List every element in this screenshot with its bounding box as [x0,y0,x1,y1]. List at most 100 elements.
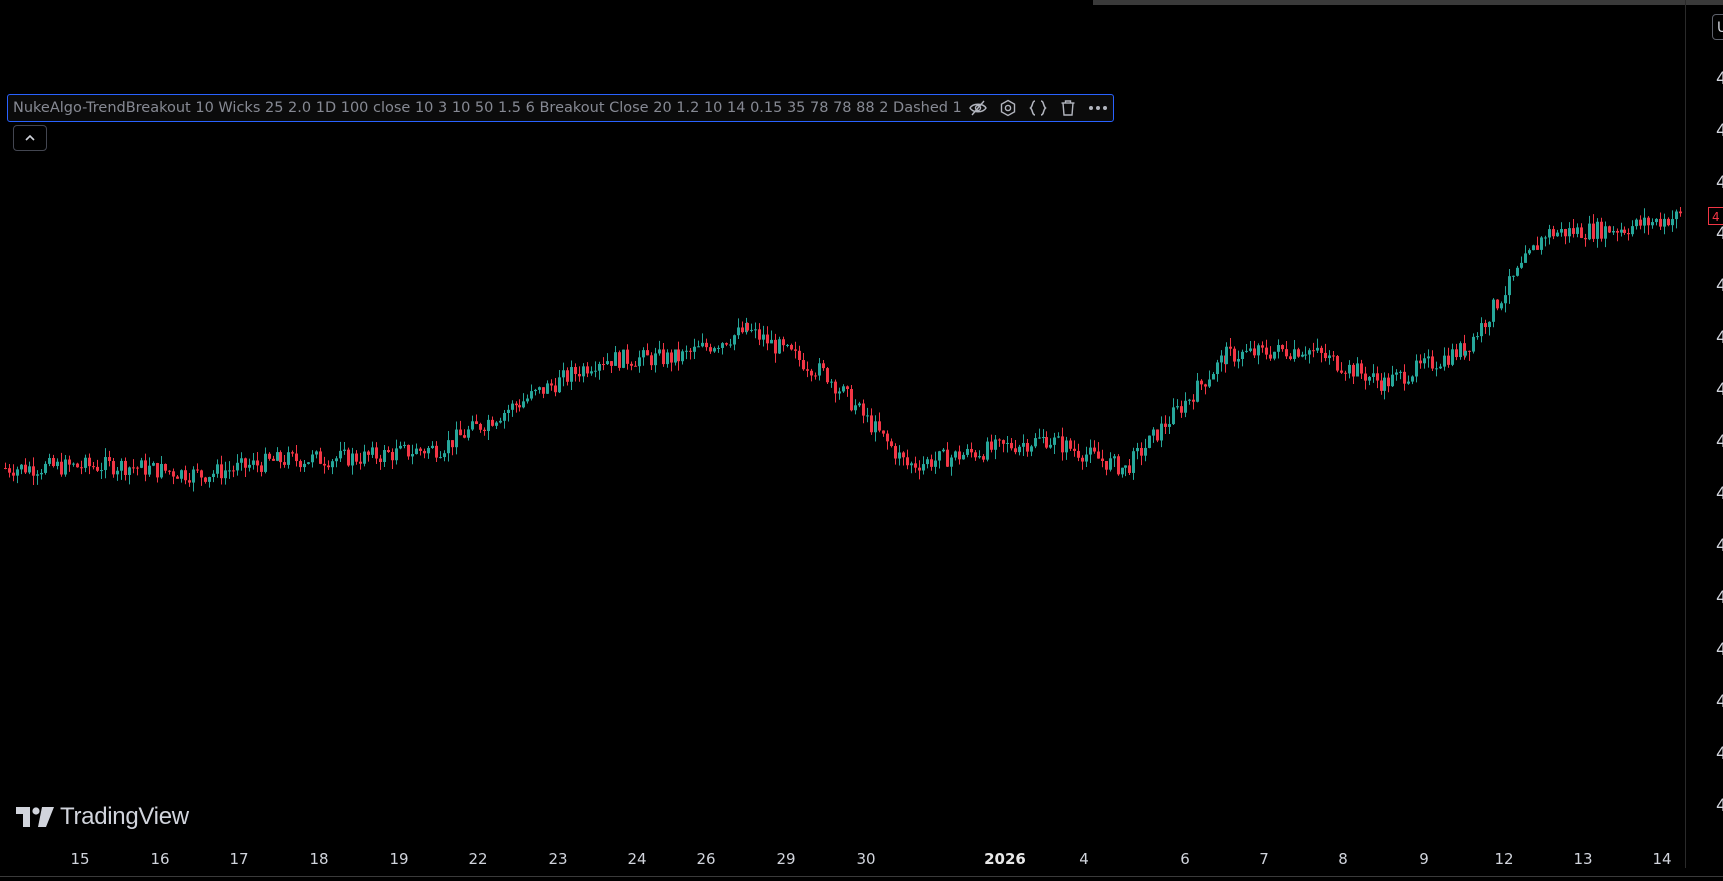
tradingview-logo[interactable]: TradingView [16,800,189,834]
candle [590,366,593,376]
delete-icon[interactable] [1053,96,1083,120]
candle [88,453,91,475]
candle [192,466,195,492]
tradingview-logo-icon [16,807,54,827]
candle [1592,214,1595,243]
candle [1034,433,1037,449]
candle [279,450,282,469]
candle [1655,218,1658,226]
candle [1364,366,1367,390]
time-axis-label: 4 [1079,850,1089,868]
candle [546,380,549,395]
chevron-up-icon [25,134,35,141]
candle [1616,228,1619,242]
candle [806,361,809,378]
candle [1220,350,1223,372]
candle [1293,340,1296,362]
candle [894,443,897,465]
candle [156,462,159,483]
collapse-legend-button[interactable] [13,125,47,151]
candle [32,457,35,485]
indicator-legend[interactable]: NukeAlgo-TrendBreakout 10 Wicks 25 2.0 1… [7,94,1114,122]
candle [1368,375,1371,386]
candle [1237,350,1240,369]
candle [1663,213,1666,235]
candle [252,453,255,470]
candle [164,463,167,474]
candle [1038,428,1041,439]
candle [1643,208,1646,234]
candle [1387,373,1390,393]
candle [942,447,945,453]
candle [1273,351,1276,361]
candle [586,362,589,378]
candle [411,444,414,465]
candle [467,425,470,441]
candle [733,334,736,351]
candle [550,379,553,391]
candle [260,461,263,477]
candle [132,459,135,474]
candle [610,360,613,374]
candle [435,441,438,462]
candle [630,361,633,371]
time-axis-label: 15 [70,850,90,868]
candle [455,421,458,455]
candle [335,456,338,468]
candle [184,465,187,485]
candle [299,459,302,472]
candle [1184,392,1187,418]
candle [1336,355,1339,373]
price-axis-label: 4 [1716,692,1723,712]
candle [419,447,422,456]
candle [44,461,47,475]
settings-icon[interactable] [993,96,1023,120]
price-axis-label: 4 [1716,640,1723,660]
candle [1225,342,1228,365]
hide-icon[interactable] [963,96,993,120]
candle [1045,431,1048,449]
candle [1679,207,1682,217]
axis-unit-button[interactable]: U [1712,14,1723,40]
candle [327,460,330,470]
candle [1419,354,1422,369]
candle [295,444,298,467]
candle [1500,301,1503,311]
more-icon[interactable] [1083,96,1113,120]
candle [762,325,765,347]
candle [666,349,669,368]
candle [1576,223,1579,238]
candle [650,352,653,370]
bottom-scrollbar[interactable] [0,876,1723,877]
candle [1671,210,1674,232]
candle [1344,370,1347,381]
chart-canvas[interactable] [0,0,1723,881]
candle [1564,228,1567,245]
candle [914,456,917,473]
candle [1077,443,1080,462]
candle [1320,345,1323,363]
candle [622,349,625,369]
candle [1208,370,1211,388]
candle [92,461,95,470]
candle [530,384,533,401]
indicator-legend-text[interactable]: NukeAlgo-TrendBreakout 10 Wicks 25 2.0 1… [8,100,963,116]
candle [403,441,406,449]
candle [1026,439,1029,457]
candle [1348,360,1351,379]
candle [1053,432,1056,454]
candle [1245,343,1248,353]
candle [1488,321,1491,336]
top-scrollbar[interactable] [1093,0,1723,5]
candle [1356,357,1359,377]
source-code-icon[interactable] [1023,96,1053,120]
candle [1176,399,1179,410]
candle [459,420,462,436]
candle [379,454,382,470]
candle [1496,299,1499,311]
candle [1148,435,1151,449]
candle [507,404,510,422]
price-axis-label: 4 [1716,69,1723,89]
candle [1443,347,1446,371]
candle [574,363,577,382]
